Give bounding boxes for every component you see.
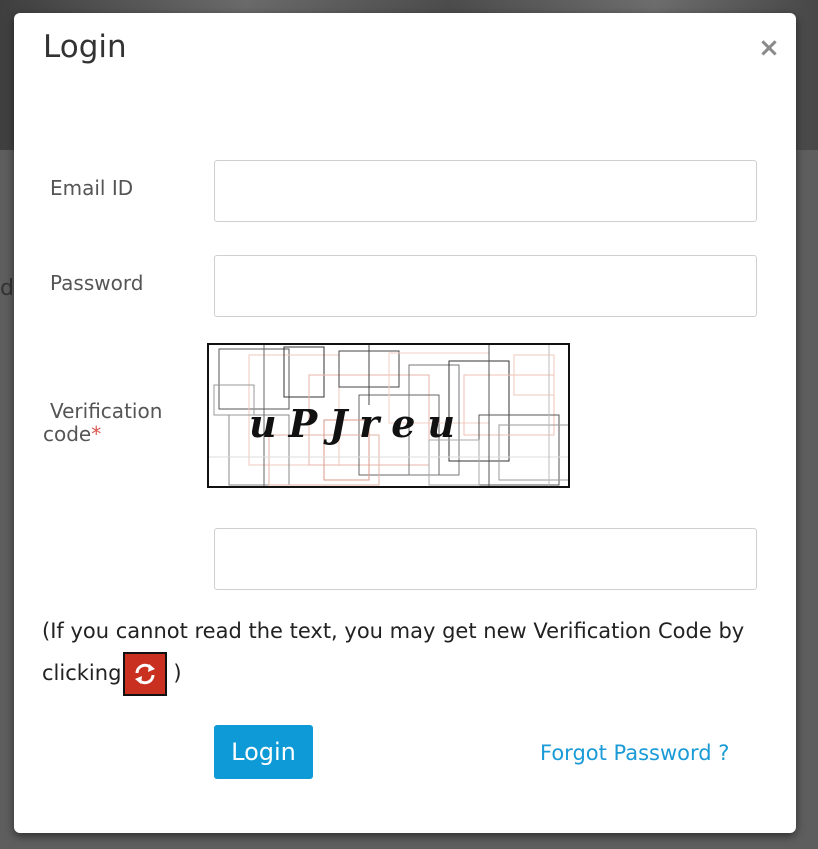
refresh-icon[interactable] bbox=[123, 652, 168, 696]
email-label: Email ID bbox=[50, 176, 134, 200]
password-label: Password bbox=[50, 271, 144, 295]
email-input[interactable] bbox=[214, 160, 757, 222]
captcha-image: uPJreu bbox=[207, 343, 570, 488]
forgot-password-link[interactable]: Forgot Password ? bbox=[540, 741, 729, 765]
verification-label-line2: code bbox=[43, 422, 92, 446]
login-button[interactable]: Login bbox=[214, 725, 313, 779]
captcha-help-text: (If you cannot read the text, you may ge… bbox=[42, 610, 772, 696]
login-modal: Login × Email ID Password Verification c… bbox=[14, 13, 796, 833]
close-icon[interactable]: × bbox=[758, 35, 780, 61]
verification-label-line1: Verification bbox=[50, 399, 163, 423]
required-marker: * bbox=[91, 422, 102, 446]
modal-title: Login bbox=[43, 29, 127, 65]
refresh-arrows bbox=[135, 663, 156, 685]
password-input[interactable] bbox=[214, 255, 757, 317]
captcha-input[interactable] bbox=[214, 528, 757, 590]
captcha-text: uPJreu bbox=[249, 401, 468, 446]
verification-label: Verification code* bbox=[43, 400, 162, 446]
help-text-after: ) bbox=[173, 661, 182, 685]
